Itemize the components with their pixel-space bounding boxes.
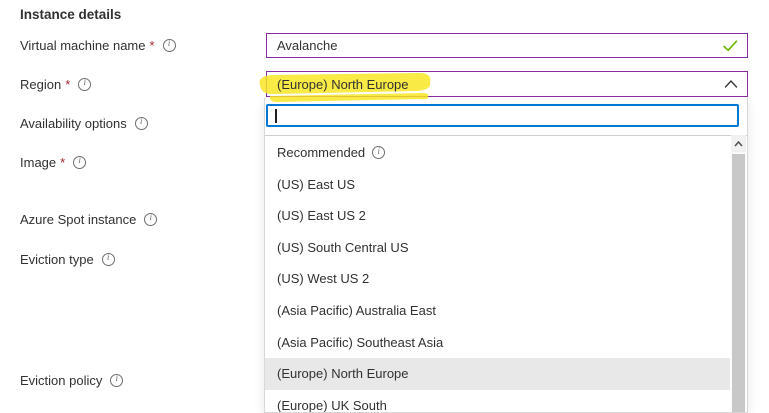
list-item-selected[interactable]: (Europe) North Europe — [265, 358, 730, 390]
chevron-up-icon[interactable] — [724, 80, 738, 89]
virtual-machine-name-input[interactable]: Avalanche — [266, 33, 748, 58]
label-image: Image * i — [20, 153, 86, 171]
scrollbar-thumb[interactable] — [732, 154, 745, 412]
list-item[interactable]: (US) West US 2 — [265, 263, 730, 295]
info-icon[interactable]: i — [163, 39, 176, 52]
info-icon[interactable]: i — [135, 117, 148, 130]
region-option-list: Recommended i (US) East US (US) East US … — [265, 135, 747, 412]
info-icon[interactable]: i — [102, 253, 115, 266]
list-item[interactable]: (Europe) UK South — [265, 390, 730, 412]
scroll-up-button[interactable] — [731, 135, 746, 152]
label-azure-spot-instance: Azure Spot instance i — [20, 210, 157, 228]
label-text: Eviction policy — [20, 373, 102, 388]
label-region: Region * i — [20, 75, 91, 93]
label-virtual-machine-name: Virtual machine name * i — [20, 36, 176, 54]
text-caret — [275, 109, 277, 123]
label-text: Availability options — [20, 116, 127, 131]
label-availability-options: Availability options i — [20, 114, 148, 132]
label-text: Azure Spot instance — [20, 212, 136, 227]
info-icon[interactable]: i — [372, 146, 385, 159]
required-asterisk: * — [60, 155, 65, 170]
list-item[interactable]: (US) East US 2 — [265, 200, 730, 232]
label-eviction-policy: Eviction policy i — [20, 371, 123, 389]
group-header-recommended: Recommended i — [265, 137, 730, 169]
label-text: Eviction type — [20, 252, 94, 267]
group-header-text: Recommended — [277, 137, 365, 169]
label-text: Image — [20, 155, 56, 170]
info-icon[interactable]: i — [110, 374, 123, 387]
region-selected-value: (Europe) North Europe — [277, 72, 409, 96]
label-text: Region — [20, 77, 61, 92]
chevron-up-icon — [734, 141, 743, 147]
list-item[interactable]: (US) East US — [265, 169, 730, 201]
info-icon[interactable]: i — [73, 156, 86, 169]
list-item[interactable]: (US) South Central US — [265, 232, 730, 264]
region-search-input[interactable] — [266, 104, 739, 127]
label-eviction-type: Eviction type i — [20, 250, 115, 268]
scrollbar[interactable] — [731, 135, 746, 412]
label-text: Virtual machine name — [20, 38, 146, 53]
required-asterisk: * — [150, 38, 155, 53]
region-dropdown-flyout: Recommended i (US) East US (US) East US … — [264, 98, 748, 413]
list-item[interactable]: (Asia Pacific) Australia East — [265, 295, 730, 327]
list-item[interactable]: (Asia Pacific) Southeast Asia — [265, 327, 730, 359]
info-icon[interactable]: i — [144, 213, 157, 226]
vm-name-value: Avalanche — [277, 34, 337, 57]
valid-check-icon — [723, 40, 738, 52]
section-title: Instance details — [20, 7, 121, 22]
required-asterisk: * — [65, 77, 70, 92]
info-icon[interactable]: i — [78, 78, 91, 91]
region-dropdown[interactable]: (Europe) North Europe — [266, 71, 748, 97]
